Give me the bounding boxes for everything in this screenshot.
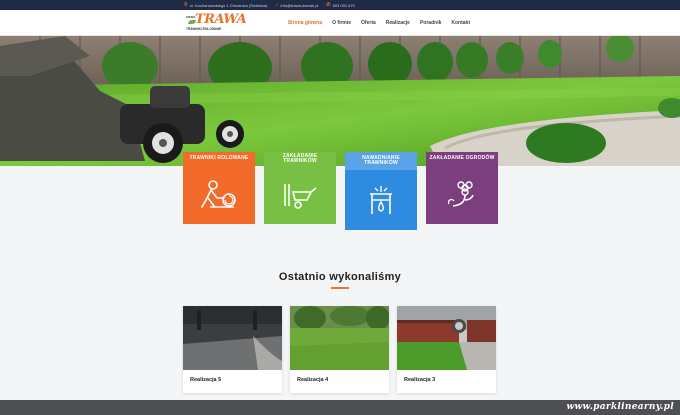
phone-item[interactable]: ✆ 603 091 670: [326, 2, 354, 8]
project-card-5[interactable]: Realizacja 5: [183, 306, 282, 393]
wheelbarrow-icon: [264, 166, 336, 224]
address-text: ul. Kochanowskiego 1 Chrośnica (Świdnica…: [189, 2, 268, 8]
project-card-3[interactable]: Realizacja 3: [397, 306, 496, 393]
phone-text[interactable]: 603 091 670: [333, 3, 355, 8]
top-info-bar: ⚲ ul. Kochanowskiego 1 Chrośnica (Świdnic…: [0, 0, 680, 10]
address-item: ⚲ ul. Kochanowskiego 1 Chrośnica (Świdnic…: [184, 2, 268, 8]
watermark: www.parklinearny.pl: [566, 402, 674, 412]
services-row: TRAWNIKI ROLOWANE ZAKŁADANIE TRAWNIKÓW N…: [183, 152, 498, 232]
project-image[interactable]: [183, 306, 282, 370]
nav-projects[interactable]: Realizacje: [386, 20, 410, 26]
main-navbar: SIEMA TRAWA TRAWNIKI ROLOWANE Strona głó…: [0, 10, 680, 36]
home-icon: ⌂: [275, 2, 279, 8]
title-underline: [331, 287, 349, 289]
email-item[interactable]: ⌂ info@trawa-darzak.pl: [276, 2, 319, 8]
sod-roll-icon: [183, 166, 255, 224]
nav-guide[interactable]: Poradnik: [420, 20, 441, 26]
sprinkler-icon: [345, 170, 417, 230]
service-label: ZAKŁADANIE TRAWNIKÓW: [264, 152, 336, 166]
service-card-irrigation[interactable]: NAWADNIANIE TRAWNIKÓW: [345, 152, 417, 230]
hero-banner: [0, 36, 680, 166]
service-label: NAWADNIANIE TRAWNIKÓW: [345, 152, 417, 170]
service-card-lawn[interactable]: ZAKŁADANIE TRAWNIKÓW: [264, 152, 336, 224]
map-pin-icon: ⚲: [184, 2, 188, 8]
projects-title: Ostatnio wykonaliśmy: [278, 271, 402, 283]
project-image[interactable]: [397, 306, 496, 370]
service-label: ZAKŁADANIE OGRODÓW: [426, 152, 498, 166]
site-logo[interactable]: SIEMA TRAWA TRAWNIKI ROLOWANE: [186, 12, 247, 32]
flower-icon: [426, 166, 498, 224]
logo-subtitle: TRAWNIKI ROLOWANE: [186, 27, 222, 31]
nav-contact[interactable]: Kontakt: [451, 20, 470, 26]
hero-lawn-mower-image: [0, 36, 680, 166]
logo-word: TRAWA: [195, 12, 247, 27]
phone-icon: ✆: [326, 2, 331, 8]
nav-about[interactable]: O firmie: [332, 20, 351, 26]
project-caption[interactable]: Realizacja 4: [297, 377, 328, 383]
email-text[interactable]: info@trawa-darzak.pl: [281, 3, 319, 8]
nav-home[interactable]: Strona główna: [288, 20, 322, 26]
service-card-sod[interactable]: TRAWNIKI ROLOWANE: [183, 152, 255, 224]
service-label: TRAWNIKI ROLOWANE: [183, 152, 255, 166]
nav-offer[interactable]: Oferta: [361, 20, 376, 26]
main-menu: Strona główna O firmie Oferta Realizacje…: [288, 10, 470, 36]
project-caption[interactable]: Realizacja 5: [190, 377, 221, 383]
project-card-4[interactable]: Realizacja 4: [290, 306, 389, 393]
project-image[interactable]: [290, 306, 389, 370]
project-caption[interactable]: Realizacja 3: [404, 377, 435, 383]
service-card-garden[interactable]: ZAKŁADANIE OGRODÓW: [426, 152, 498, 224]
